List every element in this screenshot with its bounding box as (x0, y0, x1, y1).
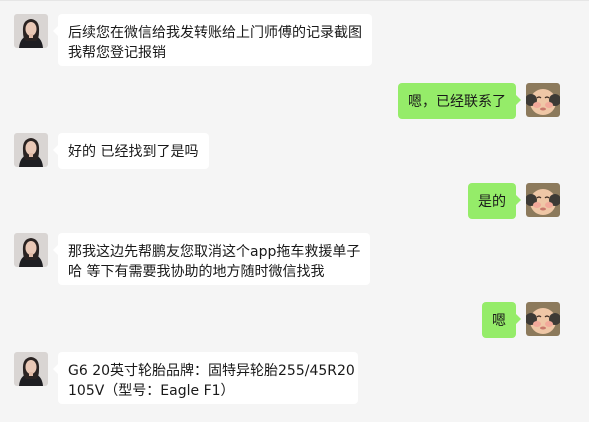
message-text-line: 嗯，已经联系了 (408, 94, 506, 110)
woman-portrait-avatar-icon[interactable] (14, 352, 48, 386)
baby-face-avatar-icon[interactable] (526, 183, 560, 217)
message-bubble[interactable]: 那我这边先帮鹏友您取消这个app拖车救援单子 哈 等下有需要我协助的地方随时微信… (53, 233, 370, 285)
message-bubble[interactable]: 后续您在微信给我发转账给上门师傅的记录截图 我帮您登记报销 (53, 14, 372, 66)
message-text-line: 嗯 (492, 313, 506, 329)
baby-face-avatar-icon[interactable] (526, 302, 560, 336)
chat-message-list[interactable]: 后续您在微信给我发转账给上门师傅的记录截图 我帮您登记报销 嗯，已经联系了 好的… (0, 0, 589, 422)
message-text-line: G6 20英寸轮胎品牌：固特异轮胎255/45R20 (68, 363, 355, 379)
message-bubble[interactable]: G6 20英寸轮胎品牌：固特异轮胎255/45R20 105V（型号：Eagle… (53, 352, 358, 404)
message-text-line: 我帮您登记报销 (68, 45, 166, 61)
message-text-line: 好的 已经找到了是吗 (68, 144, 199, 160)
message-text-line: 那我这边先帮鹏友您取消这个app拖车救援单子 (68, 244, 361, 260)
woman-portrait-avatar-icon[interactable] (14, 14, 48, 48)
message-text-line: 105V（型号：Eagle F1） (68, 383, 235, 399)
message-text-line: 后续您在微信给我发转账给上门师傅的记录截图 (68, 25, 362, 41)
message-text-line: 哈 等下有需要我协助的地方随时微信找我 (68, 264, 325, 280)
message-text-line: 是的 (478, 194, 506, 210)
message-bubble[interactable]: 是的 (468, 183, 521, 219)
message-bubble[interactable]: 好的 已经找到了是吗 (53, 133, 209, 169)
message-bubble[interactable]: 嗯，已经联系了 (398, 83, 521, 119)
baby-face-avatar-icon[interactable] (526, 83, 560, 117)
woman-portrait-avatar-icon[interactable] (14, 133, 48, 167)
woman-portrait-avatar-icon[interactable] (14, 233, 48, 267)
message-bubble[interactable]: 嗯 (482, 302, 521, 338)
